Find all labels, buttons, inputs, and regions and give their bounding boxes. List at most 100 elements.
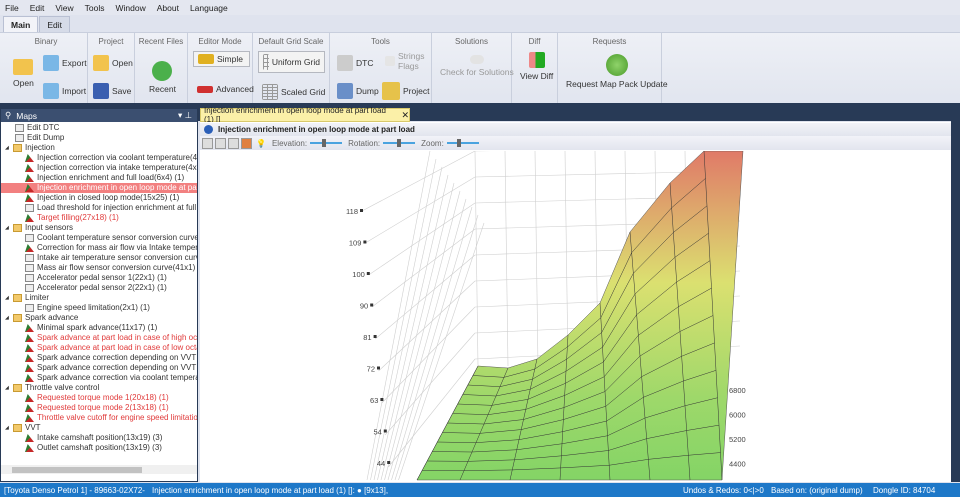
tree-item[interactable]: Minimal spark advance(11x17) (1) xyxy=(1,323,197,333)
tree-item[interactable]: Spark advance correction depending on VV… xyxy=(1,363,197,373)
tree-item[interactable]: Injection correction via intake temperat… xyxy=(1,163,197,173)
tree-item[interactable]: Intake air temperature sensor conversion… xyxy=(1,253,197,263)
elevation-slider[interactable] xyxy=(310,139,343,147)
tree-item[interactable]: Injection enrichment and full load(6x4) … xyxy=(1,173,197,183)
folder-icon xyxy=(13,59,34,75)
expand-icon[interactable]: ◢ xyxy=(5,313,11,323)
uniform-grid-button[interactable]: Uniform Grid xyxy=(258,51,325,73)
z-tick-mark xyxy=(366,272,370,275)
flag-icon xyxy=(385,56,395,66)
tree-item[interactable]: Edit Dump xyxy=(1,133,197,143)
zoom-slider[interactable] xyxy=(446,139,479,147)
menu-file[interactable]: File xyxy=(5,3,19,13)
tree-item[interactable]: Intake camshaft position(13x19) (3) xyxy=(1,433,197,443)
menu-view[interactable]: View xyxy=(55,3,73,13)
tree-item-label: Edit DTC xyxy=(27,123,60,132)
z-tick-mark xyxy=(360,209,363,212)
rotation-slider[interactable] xyxy=(383,139,416,147)
tree-item[interactable]: Throttle valve cutoff for engine speed l… xyxy=(1,413,197,423)
tree-folder[interactable]: ◢ VVT xyxy=(1,423,197,433)
surface-3d-icon[interactable] xyxy=(241,137,252,149)
grid-icon xyxy=(263,54,269,70)
save-button[interactable]: Save xyxy=(93,83,131,99)
tree-item[interactable]: Spark advance correction depending on VV… xyxy=(1,353,197,363)
surface-3d-plot[interactable]: 118 109 100 90 81 72 63 54 44 6800 6000 5200 4400 xyxy=(200,151,951,481)
group-project: Project Open Save xyxy=(88,33,135,104)
tree-item[interactable]: Outlet camshaft position(13x19) (3) xyxy=(1,443,197,453)
menu-window[interactable]: Window xyxy=(115,3,145,13)
tree-item[interactable]: Engine speed limitation(2x1) (1) xyxy=(1,303,197,313)
expand-icon[interactable]: ◢ xyxy=(5,383,11,393)
tree-item[interactable]: Spark advance at part load in case of hi… xyxy=(1,333,197,343)
tab-edit[interactable]: Edit xyxy=(39,16,71,32)
tree-folder[interactable]: ◢ Injection xyxy=(1,143,197,153)
scrollbar-thumb[interactable] xyxy=(12,467,142,473)
close-icon[interactable]: ✕ xyxy=(401,110,409,121)
axes-icon[interactable] xyxy=(228,137,239,149)
lightbulb-icon[interactable]: 💡 xyxy=(256,139,266,148)
tree-item[interactable]: Load threshold for injection enrichment … xyxy=(1,203,197,213)
menu-tools[interactable]: Tools xyxy=(85,3,105,13)
simple-mode-button[interactable]: Simple xyxy=(193,51,250,67)
check-solutions-button[interactable]: Check for Solutions xyxy=(440,55,514,77)
expand-icon[interactable]: ◢ xyxy=(5,223,11,233)
menu-language[interactable]: Language xyxy=(190,3,228,13)
tree-item[interactable]: Mass air flow sensor conversion curve(41… xyxy=(1,263,197,273)
tree-item[interactable]: Spark advance correction via coolant tem… xyxy=(1,373,197,383)
tree-item[interactable]: Requested torque mode 2(13x18) (1) xyxy=(1,403,197,413)
grid-icon xyxy=(262,84,278,100)
tree-item[interactable]: Injection in closed loop mode(15x25) (1) xyxy=(1,193,197,203)
tree-item[interactable]: Spark advance at part load in case of lo… xyxy=(1,343,197,353)
tree-item[interactable]: Edit DTC xyxy=(1,123,197,133)
strings-flags-button[interactable]: Strings Flags xyxy=(385,51,424,71)
map-icon xyxy=(25,404,34,412)
import-button[interactable]: Import xyxy=(43,83,86,99)
request-update-button[interactable]: Request Map Pack Update xyxy=(566,54,668,89)
tree-folder[interactable]: ◢ Throttle valve control xyxy=(1,383,197,393)
tree-item[interactable]: Target filling(27x18) (1) xyxy=(1,213,197,223)
cloud-icon xyxy=(469,55,484,64)
tree-item[interactable]: Injection enrichment in open loop mode a… xyxy=(1,183,197,193)
dump-button[interactable]: Dump xyxy=(337,83,379,99)
tree-folder[interactable]: ◢ Limiter xyxy=(1,293,197,303)
tree-item-label: Injection xyxy=(25,143,55,152)
label: DTC xyxy=(356,58,374,68)
export-button[interactable]: Export xyxy=(43,55,87,71)
chart-icon[interactable] xyxy=(202,137,213,149)
z-tick-label: 63 xyxy=(370,396,378,405)
tree-item[interactable]: Requested torque mode 1(20x18) (1) xyxy=(1,393,197,403)
project-tool-button[interactable]: Project xyxy=(382,82,429,100)
tree-item[interactable]: Coolant temperature sensor conversion cu… xyxy=(1,233,197,243)
view-diff-button[interactable]: View Diff xyxy=(520,52,553,81)
pin-icon[interactable]: ▾ ⊥ xyxy=(178,110,192,121)
table-icon[interactable] xyxy=(215,137,226,149)
tree-item-label: Spark advance correction depending on VV… xyxy=(37,353,197,362)
tab-main[interactable]: Main xyxy=(3,16,39,32)
tree-item-label: Injection enrichment in open loop mode a… xyxy=(37,183,197,192)
group-diff: Diff View Diff xyxy=(512,33,558,104)
tree-item-label: Load threshold for injection enrichment … xyxy=(37,203,197,212)
dtc-button[interactable]: DTC xyxy=(337,55,373,71)
tree-folder[interactable]: ◢ Input sensors xyxy=(1,223,197,233)
scaled-grid-button[interactable]: Scaled Grid xyxy=(262,84,325,100)
y-tick-label: 4400 xyxy=(729,460,746,469)
folder-icon xyxy=(13,224,22,232)
map-icon xyxy=(25,324,34,332)
open-binary-button[interactable]: Open xyxy=(13,59,34,88)
tree-item[interactable]: Accelerator pedal sensor 1(22x1) (1) xyxy=(1,273,197,283)
expand-icon[interactable]: ◢ xyxy=(5,143,11,153)
menu-about[interactable]: About xyxy=(157,3,179,13)
advanced-mode-button[interactable]: Advanced xyxy=(197,84,254,94)
tree-item[interactable]: Accelerator pedal sensor 2(22x1) (1) xyxy=(1,283,197,293)
open-project-button[interactable]: Open xyxy=(93,55,133,71)
map-title-bar: Injection enrichment in open loop mode a… xyxy=(200,123,951,136)
expand-icon[interactable]: ◢ xyxy=(5,293,11,303)
tree-folder[interactable]: ◢ Spark advance xyxy=(1,313,197,323)
expand-icon[interactable]: ◢ xyxy=(5,423,11,433)
menu-edit[interactable]: Edit xyxy=(30,3,45,13)
tree-item[interactable]: Injection correction via coolant tempera… xyxy=(1,153,197,163)
tree-item[interactable]: Correction for mass air flow via Intake … xyxy=(1,243,197,253)
status-map: Injection enrichment in open loop mode a… xyxy=(152,485,389,495)
recent-button[interactable]: Recent xyxy=(149,61,176,94)
document-tab[interactable]: Injection enrichment in open loop mode a… xyxy=(200,106,410,124)
